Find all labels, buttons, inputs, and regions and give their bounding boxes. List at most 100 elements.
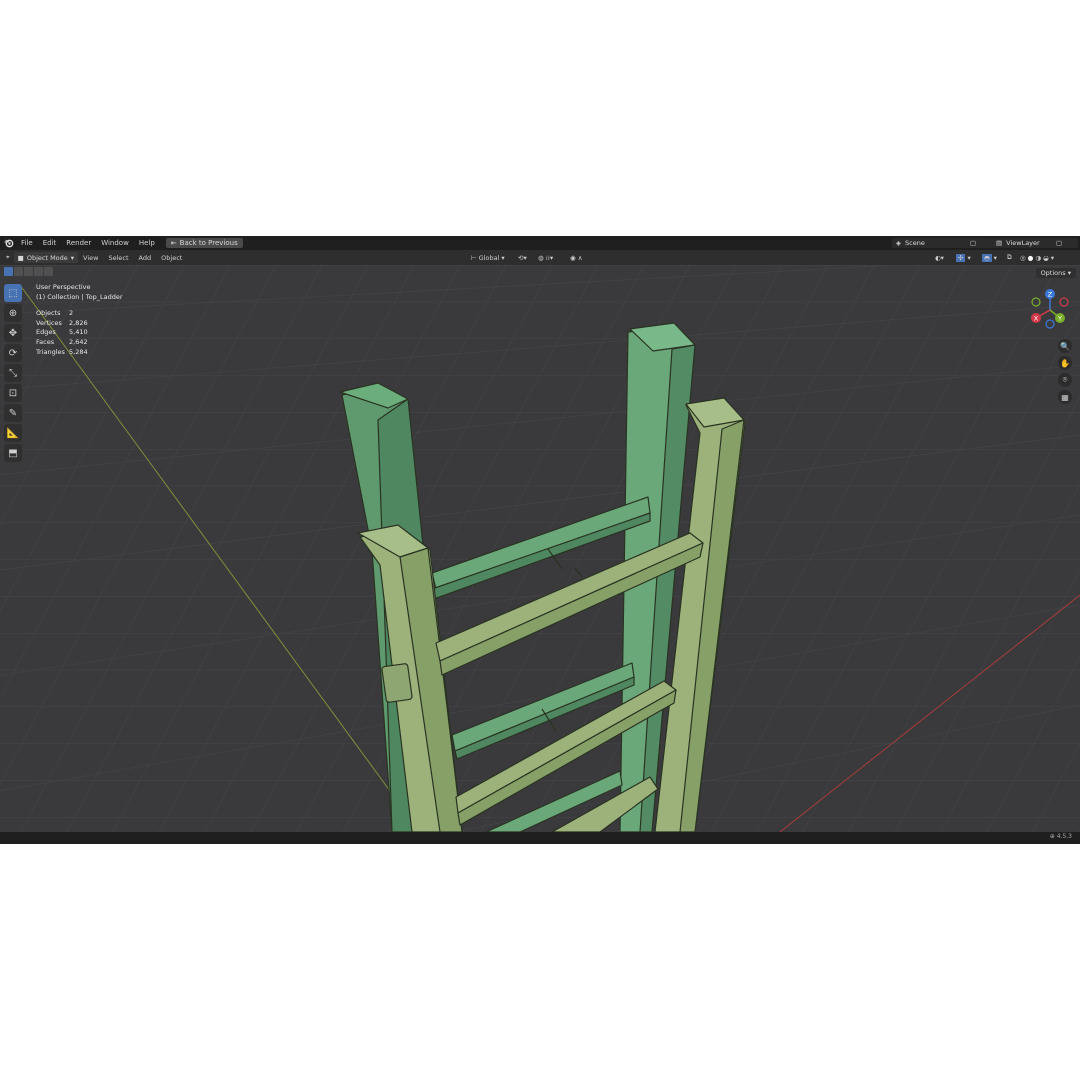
chevron-down-icon: ▾ <box>70 253 75 262</box>
options-dropdown[interactable]: Options ▾ <box>1035 268 1076 278</box>
menu-window[interactable]: Window <box>96 236 134 250</box>
menu-add[interactable]: Add <box>134 254 157 262</box>
transform-icon: ⊡ <box>8 387 18 399</box>
pivot-selector[interactable]: ⟲▾ <box>518 252 527 263</box>
collection-label: (1) Collection | Top_Ladder <box>36 292 123 301</box>
cursor-tool[interactable]: ⊕ <box>4 304 22 322</box>
overlay-icon: ◓ <box>982 253 992 262</box>
orientation-selector[interactable]: ⊢ Global ▾ <box>471 252 505 263</box>
menu-edit[interactable]: Edit <box>38 236 62 250</box>
scene-selector[interactable]: ◈ Scene <box>892 238 972 248</box>
proportional-edit-toggle[interactable]: ◉ ∧ <box>570 252 583 263</box>
stat-value: 2 <box>69 309 74 318</box>
perspective-toggle-button[interactable]: ▦ <box>1058 390 1072 404</box>
camera-view-button[interactable]: ⌾ <box>1058 373 1072 387</box>
solid-shading-icon[interactable]: ● <box>1028 254 1034 262</box>
rotate-tool[interactable]: ⟳ <box>4 344 22 362</box>
gizmo-z-label: Z <box>1048 290 1053 298</box>
back-to-previous-button[interactable]: ⇤ Back to Previous <box>165 238 243 248</box>
copy-icon: ▢ <box>1056 239 1063 247</box>
gizmo-toggle[interactable]: ✣ ▾ <box>956 252 971 263</box>
back-icon: ⇤ <box>170 239 177 247</box>
select-intersect-icon[interactable] <box>44 267 53 276</box>
version-info: ⊕ 4.5.3 <box>1050 833 1072 840</box>
viewlayer-new-button[interactable]: ▢ <box>1052 238 1078 248</box>
select-box-tool[interactable]: ⬚ <box>4 284 22 302</box>
gizmo-icon: ✣ <box>956 253 966 262</box>
overlay-toggle[interactable]: ◓ ▾ <box>982 252 997 263</box>
viewlayer-name: ViewLayer <box>1006 239 1040 247</box>
rendered-shading-icon[interactable]: ◒ <box>1043 254 1049 262</box>
rotate-icon: ⟳ <box>8 347 18 359</box>
select-extend-icon[interactable] <box>14 267 23 276</box>
scene-new-button[interactable]: ▢ <box>966 238 992 248</box>
camera-icon: ⌾ <box>1062 375 1068 384</box>
wireframe-shading-icon[interactable]: ◎ <box>1020 254 1026 262</box>
viewport-scene <box>0 265 1080 832</box>
viewport-text-overlay: User Perspective (1) Collection | Top_La… <box>36 283 123 357</box>
3d-viewport[interactable]: ⬚ ⊕ ✥ ⟳ ⤡ ⊡ ✎ 📐 ⬒ User Perspective (1) C… <box>0 265 1080 832</box>
snap-toggle[interactable]: ◍ ⁞⁞▾ <box>538 252 553 263</box>
chevron-down-icon: ▾ <box>501 253 505 262</box>
menu-help[interactable]: Help <box>134 236 160 250</box>
top-menu-bar: File Edit Render Window Help ⇤ Back to P… <box>0 236 1080 250</box>
select-invert-icon[interactable] <box>34 267 43 276</box>
transform-tool[interactable]: ⊡ <box>4 384 22 402</box>
blender-logo-icon[interactable] <box>4 238 14 248</box>
globe-icon: ⊕ <box>1049 833 1055 840</box>
stat-value: 5,410 <box>69 328 88 337</box>
status-bar: ⊕ 4.5.3 <box>0 832 1080 844</box>
select-box-icon: ⬚ <box>8 287 18 299</box>
stat-label: Faces <box>36 337 55 346</box>
editor-type-icon[interactable]: ⌖ <box>6 253 10 262</box>
visibility-icon: ◐▾ <box>935 253 944 262</box>
visibility-selector[interactable]: ◐▾ <box>935 252 944 263</box>
material-shading-icon[interactable]: ◑ <box>1035 254 1041 262</box>
zoom-button[interactable]: 🔍 <box>1058 339 1072 353</box>
options-label: Options <box>1040 269 1066 277</box>
menu-object[interactable]: Object <box>156 254 187 262</box>
object-mode-icon: ■ <box>17 253 24 262</box>
gizmo-x-label: X <box>1034 314 1039 322</box>
menu-view[interactable]: View <box>78 254 103 262</box>
version-label: 4.5.3 <box>1056 833 1072 840</box>
xray-toggle[interactable]: ⧉ <box>1007 252 1012 263</box>
snap-icon: ◍ ⁞⁞▾ <box>538 253 554 262</box>
pan-button[interactable]: ✋ <box>1058 356 1072 370</box>
stat-label: Triangles <box>36 347 65 356</box>
viewlayer-selector[interactable]: ▤ ViewLayer <box>992 238 1056 248</box>
stat-value: 2,826 <box>69 318 88 327</box>
stat-label: Objects <box>36 309 61 318</box>
perspective-label: User Perspective <box>36 283 91 291</box>
annotate-tool[interactable]: ✎ <box>4 404 22 422</box>
shading-modes[interactable]: ◎ ● ◑ ◒ ▾ <box>1020 252 1054 263</box>
navigation-gizmo[interactable]: Z Y X <box>1028 288 1072 332</box>
gizmo-y-label: Y <box>1057 314 1062 322</box>
add-cube-tool[interactable]: ⬒ <box>4 444 22 462</box>
menu-select[interactable]: Select <box>103 254 133 262</box>
proportional-icon: ◉ ∧ <box>570 253 583 262</box>
scale-icon: ⤡ <box>9 367 17 379</box>
copy-icon: ▢ <box>970 239 977 247</box>
menu-file[interactable]: File <box>16 236 38 250</box>
blender-window: File Edit Render Window Help ⇤ Back to P… <box>0 236 1080 844</box>
menu-render[interactable]: Render <box>61 236 96 250</box>
select-new-icon[interactable] <box>4 267 13 276</box>
stat-value: 2,642 <box>69 337 88 346</box>
measure-tool[interactable]: 📐 <box>4 424 22 442</box>
select-subtract-icon[interactable] <box>24 267 33 276</box>
hand-icon: ✋ <box>1060 358 1070 368</box>
scene-statistics: Objects 2 Vertices 2,826 Edges 5,410 Faces 2… <box>36 309 123 357</box>
scale-tool[interactable]: ⤡ <box>4 364 22 382</box>
orientation-icon: ⊢ <box>471 253 477 262</box>
move-tool[interactable]: ✥ <box>4 324 22 342</box>
back-to-previous-label: Back to Previous <box>179 239 238 247</box>
stat-label: Edges <box>36 328 56 337</box>
add-cube-icon: ⬒ <box>8 447 18 459</box>
mode-label: Object Mode <box>26 253 68 262</box>
stat-value: 5,284 <box>69 347 88 356</box>
chevron-down-icon: ▾ <box>1050 253 1054 262</box>
scene-name: Scene <box>905 239 925 247</box>
scene-icon: ◈ <box>896 239 901 247</box>
mode-selector[interactable]: ■ Object Mode ▾ <box>13 252 79 263</box>
